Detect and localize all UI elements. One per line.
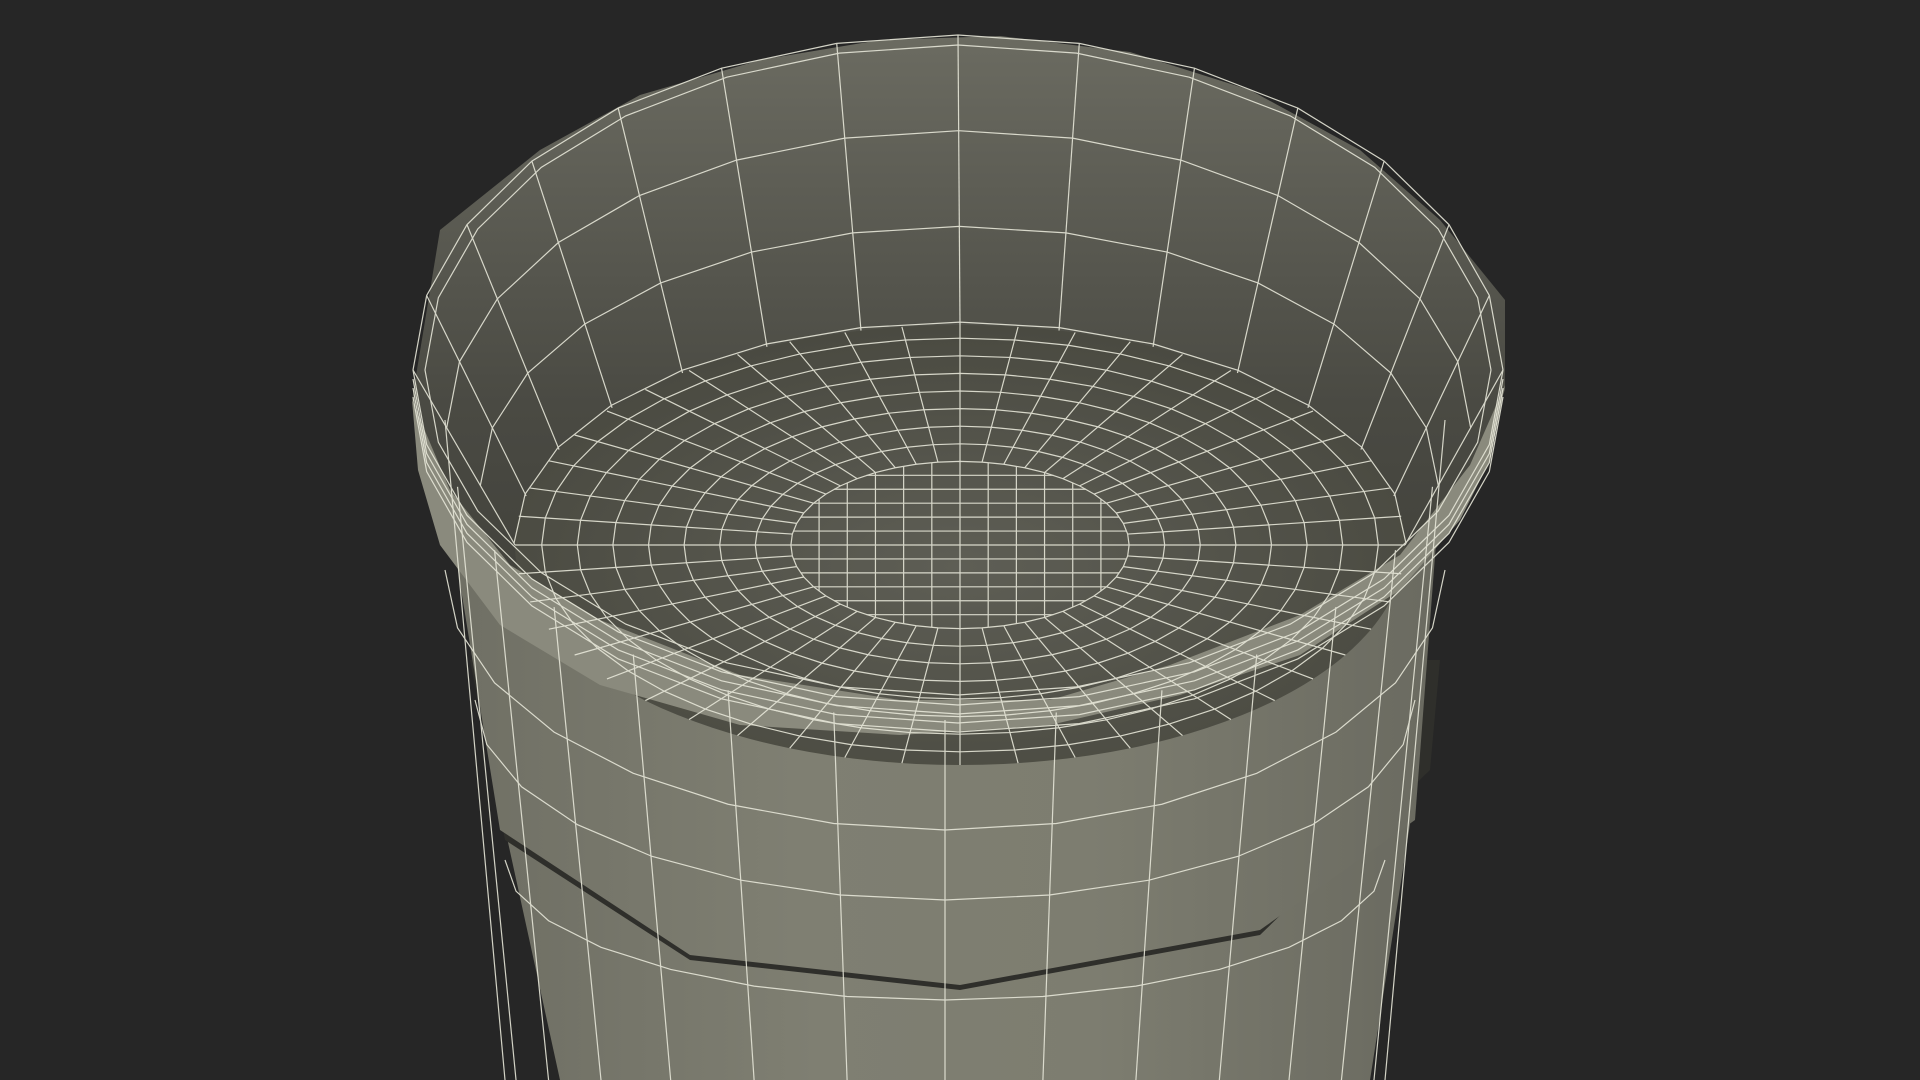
cup-wireframe-scene bbox=[412, 34, 1505, 1080]
render-viewport bbox=[0, 0, 1920, 1080]
